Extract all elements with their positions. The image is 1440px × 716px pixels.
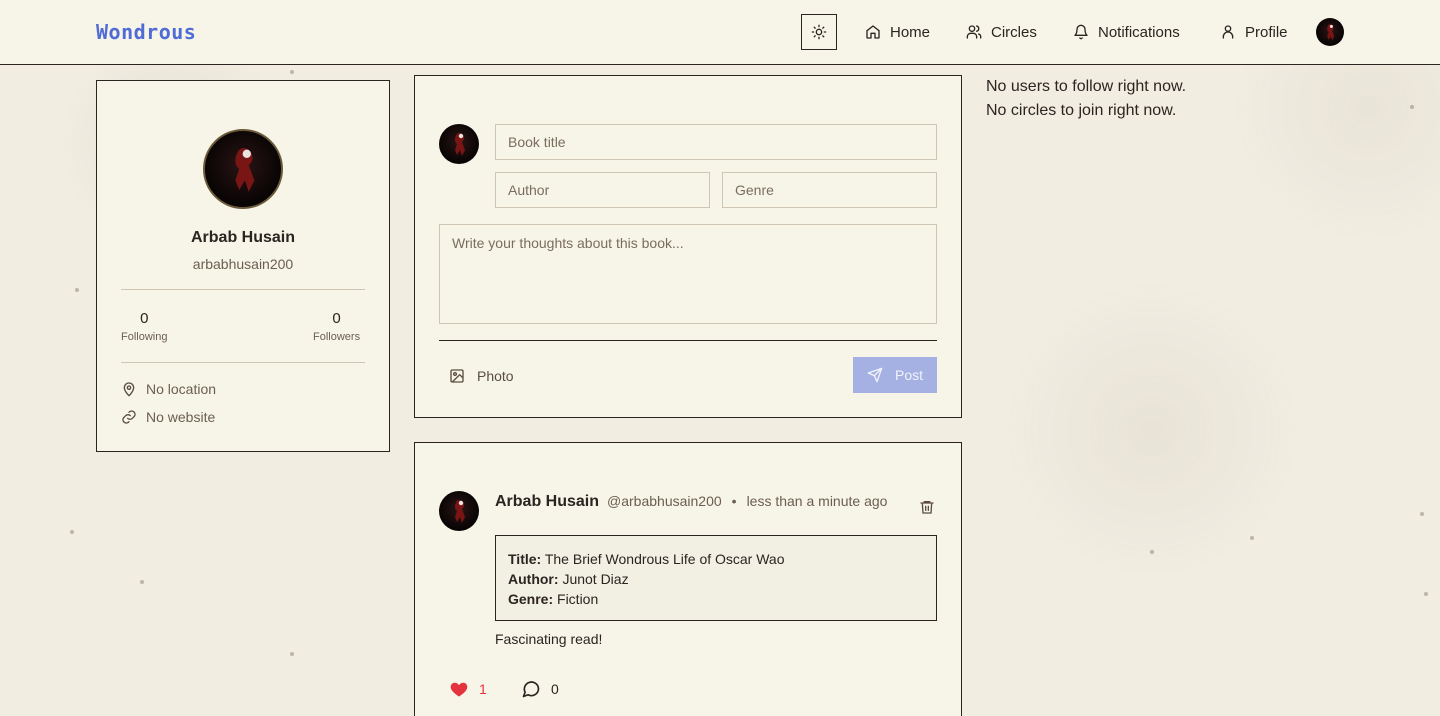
bell-icon [1074,24,1088,40]
post-card: Arbab Husain @arbabhusain200 • less than… [414,442,962,716]
book-title-label: Title: [508,551,542,567]
post-button[interactable]: Post [853,357,937,393]
theme-toggle-button[interactable] [801,14,837,50]
comment-icon [522,681,540,698]
following-stat[interactable]: 0 Following [121,310,167,343]
nav-circles-label: Circles [991,23,1037,41]
book-author-value: Junot Diaz [562,571,629,587]
post-avatar[interactable] [439,491,479,531]
post-body: Fascinating read! [495,631,603,647]
post-author-handle[interactable]: @arbabhusain200 [607,493,722,509]
image-icon [450,369,464,383]
divider [121,362,365,363]
following-count: 0 [140,310,149,327]
website-text: No website [146,409,216,425]
like-button[interactable]: 1 [449,679,487,699]
no-circles-message: No circles to join right now. [986,102,1177,119]
followers-count: 0 [332,310,341,327]
texture-speck [1420,512,1424,516]
avatar-image [455,133,465,156]
book-details: Title: The Brief Wondrous Life of Oscar … [495,535,937,621]
user-avatar-menu[interactable] [1316,18,1344,46]
website-row: No website [121,408,215,426]
avatar-image [235,148,255,192]
divider [121,289,365,290]
texture-speck [1150,550,1154,554]
post-label: Post [894,367,923,383]
composer-divider [439,340,937,341]
texture-speck [75,288,79,292]
home-icon [866,25,880,39]
nav-profile-label: Profile [1245,23,1288,41]
send-icon [867,367,883,383]
post-header: Arbab Husain @arbabhusain200 • less than… [495,493,887,511]
comment-count: 0 [551,681,559,697]
map-pin-icon [123,382,135,397]
nav-home[interactable]: Home [865,22,930,42]
following-label: Following [121,331,168,343]
thoughts-textarea[interactable] [439,224,937,324]
avatar-image [455,500,465,523]
post-composer: Photo Post [414,75,962,418]
book-genre-label: Genre: [508,591,554,607]
book-genre-value: Fiction [557,591,599,607]
texture-speck [290,70,294,74]
trash-icon[interactable] [919,499,935,515]
followers-label: Followers [313,331,361,343]
nav-notifications-label: Notifications [1098,23,1180,41]
like-count: 1 [479,681,487,697]
post-timestamp: less than a minute ago [746,493,888,509]
no-users-message: No users to follow right now. [986,78,1187,95]
top-navbar: Wondrous Home Circles Notifications Prof… [0,0,1440,65]
book-author-row: Author: Junot Diaz [508,569,924,589]
book-genre-row: Genre: Fiction [508,589,924,609]
book-title-row: Title: The Brief Wondrous Life of Oscar … [508,549,924,569]
genre-input[interactable] [722,172,937,208]
photo-label: Photo [477,368,514,384]
texture-speck [1250,536,1254,540]
nav-home-label: Home [890,23,931,41]
app-logo[interactable]: Wondrous [96,20,196,44]
user-icon [1222,25,1234,39]
texture-speck [70,530,74,534]
heart-icon [450,682,468,697]
texture-speck [140,580,144,584]
book-author-label: Author: [508,571,559,587]
texture-speck [1424,592,1428,596]
profile-card: Arbab Husain arbabhusain200 0 Following … [96,80,390,452]
profile-handle: arbabhusain200 [192,256,294,272]
avatar-image [1327,24,1335,41]
users-icon [966,25,982,39]
texture-speck [290,652,294,656]
profile-avatar[interactable] [203,129,283,209]
author-input[interactable] [495,172,710,208]
separator-dot: • [731,493,737,509]
location-text: No location [146,381,217,397]
add-photo-button[interactable]: Photo [449,366,514,386]
book-title-value: The Brief Wondrous Life of Oscar Wao [544,551,785,567]
followers-stat[interactable]: 0 Followers [313,310,360,343]
post-author-name[interactable]: Arbab Husain [495,493,599,511]
profile-name: Arbab Husain [190,229,295,246]
sun-icon [811,24,827,40]
nav-profile[interactable]: Profile [1220,22,1288,42]
texture-speck [1410,105,1414,109]
nav-notifications[interactable]: Notifications [1073,22,1180,42]
nav-circles[interactable]: Circles [966,22,1037,42]
location-row: No location [121,380,216,398]
link-icon [122,410,136,424]
composer-avatar [439,124,479,164]
comment-button[interactable]: 0 [521,679,559,699]
book-title-input[interactable] [495,124,937,160]
